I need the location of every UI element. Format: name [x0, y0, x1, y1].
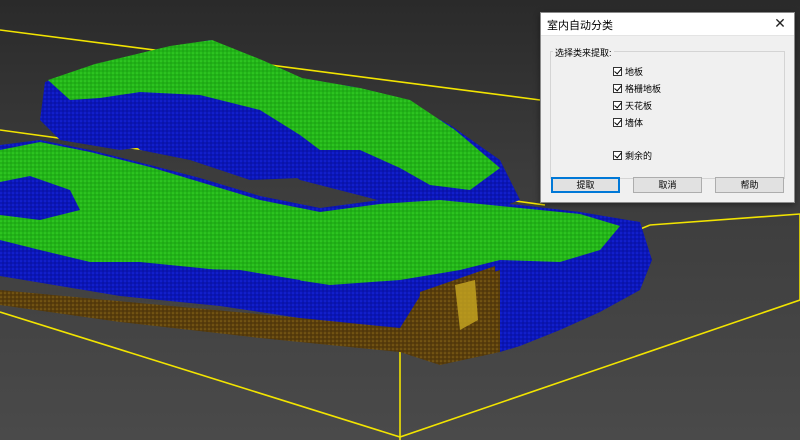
dialog-titlebar[interactable]: 室内自动分类 ✕ [541, 13, 794, 36]
checkbox-label: 墙体 [625, 118, 644, 128]
checkbox-checked-icon[interactable] [613, 151, 622, 160]
checkbox-checked-icon[interactable] [613, 67, 622, 76]
checkbox-checked-icon[interactable] [613, 84, 622, 93]
checkbox-checked-icon[interactable] [613, 118, 622, 127]
checkbox-checked-icon[interactable] [613, 101, 622, 110]
checkbox-label: 格栅地板 [625, 84, 662, 94]
checkbox-grid-floor[interactable]: 格栅地板 [613, 82, 661, 95]
group-label: 选择类来提取: [553, 46, 614, 59]
cancel-button[interactable]: 取消 [633, 177, 702, 193]
checkbox-ceiling[interactable]: 天花板 [613, 99, 652, 112]
close-icon[interactable]: ✕ [766, 13, 794, 35]
class-selection-groupbox [550, 51, 785, 179]
checkbox-label: 天花板 [625, 101, 653, 111]
indoor-auto-classification-dialog: 室内自动分类 ✕ 选择类来提取: 地板 格栅地板 天花板 墙体 剩余的 提取 取… [540, 12, 795, 203]
checkbox-label: 剩余的 [625, 151, 653, 161]
checkbox-floor[interactable]: 地板 [613, 65, 643, 78]
checkbox-label: 地板 [625, 67, 644, 77]
dialog-title: 室内自动分类 [547, 20, 613, 32]
checkbox-wall[interactable]: 墙体 [613, 116, 643, 129]
help-button[interactable]: 帮助 [715, 177, 784, 193]
extract-button[interactable]: 提取 [551, 177, 620, 193]
checkbox-remaining[interactable]: 剩余的 [613, 149, 652, 162]
